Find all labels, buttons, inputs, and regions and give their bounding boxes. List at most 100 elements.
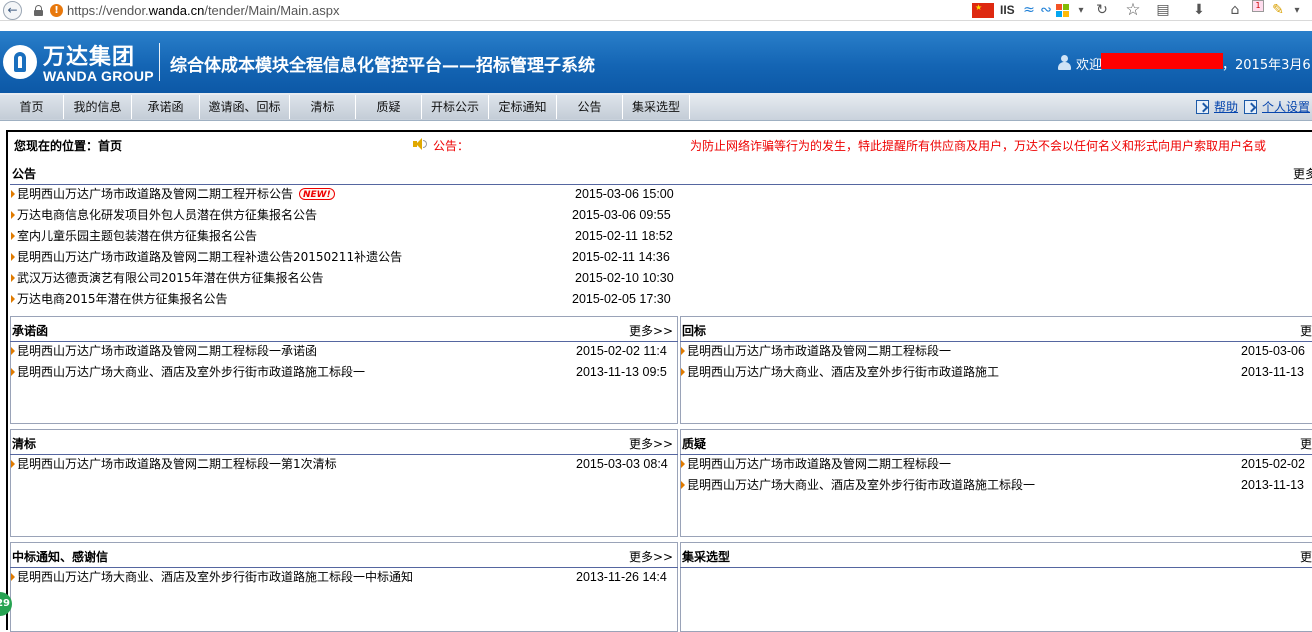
item-title[interactable]: 昆明西山万达广场大商业、酒店及室外步行街市政道路施工标段一中标通知 [17, 567, 413, 587]
bullet-icon [11, 232, 15, 240]
item-title[interactable]: 万达电商2015年潜在供方征集报名公告 [17, 289, 228, 309]
list-item[interactable]: 昆明西山万达广场大商业、酒店及室外步行街市政道路施工标段一 2013-11-13 [680, 475, 1312, 495]
logo-en: WANDA GROUP [43, 68, 154, 84]
item-title[interactable]: 昆明西山万达广场市政道路及管网二期工程标段一承诺函 [17, 341, 317, 361]
panel-frame [10, 542, 678, 632]
item-title[interactable]: 昆明西山万达广场市政道路及管网二期工程开标公告 [17, 184, 293, 204]
item-title[interactable]: 室内儿童乐园主题包装潜在供方征集报名公告 [17, 226, 257, 246]
nav-bid-opening[interactable]: 开标公示 [422, 95, 489, 119]
item-title[interactable]: 昆明西山万达广场市政道路及管网二期工程标段一 [687, 454, 951, 474]
panel-frame [680, 542, 1312, 632]
list-item[interactable]: 室内儿童乐园主题包装潜在供方征集报名公告 2015-02-11 18:52 [10, 226, 680, 246]
help-icon[interactable] [1196, 100, 1209, 114]
extension-icon[interactable]: ✎ [1270, 2, 1286, 19]
list-item[interactable]: 武汉万达德贡演艺有限公司2015年潜在供方征集报名公告 2015-02-10 1… [10, 268, 680, 288]
notice-marquee: 为防止网络诈骗等行为的发生，特此提醒所有供应商及用户，万达不会以任何名义和形式向… [690, 139, 1267, 153]
home-icon[interactable]: ⌂ [1226, 2, 1244, 19]
list-item[interactable]: 昆明西山万达广场大商业、酒店及室外步行街市政道路施工标段一中标通知 2013-1… [10, 567, 678, 587]
flag-icon[interactable]: ★ [972, 3, 994, 18]
welcome-date: ，2015年3月6日 [1222, 58, 1312, 73]
panel-title: 承诺函 [12, 324, 49, 338]
panel-title: 中标通知、感谢信 [12, 550, 109, 564]
settings-link[interactable]: 个人设置 [1262, 99, 1310, 115]
nav-award-notice[interactable]: 定标通知 [489, 95, 557, 119]
panel-divider [680, 567, 1312, 568]
list-item[interactable]: 昆明西山万达广场大商业、酒店及室外步行街市政道路施工标段一 2013-11-13… [10, 362, 678, 382]
more-link[interactable]: 更多>> [629, 435, 673, 452]
list-item[interactable]: 昆明西山万达广场市政道路及管网二期工程标段一承诺函 2015-02-02 11:… [10, 341, 678, 361]
list-item[interactable]: 万达电商2015年潜在供方征集报名公告 2015-02-05 17:30 [10, 289, 680, 309]
more-link[interactable]: 更多>> [629, 322, 673, 339]
logo-cn: 万达集团 [43, 45, 136, 70]
nav-announcement[interactable]: 公告 [557, 95, 623, 119]
list-item[interactable]: 昆明西山万达广场市政道路及管网二期工程补遗公告20150211补遗公告 2015… [10, 247, 680, 267]
item-date: 2013-11-13 09:5 [576, 365, 667, 379]
nav-clearing[interactable]: 清标 [290, 95, 356, 119]
panel-title: 集采选型 [682, 550, 731, 564]
windows-icon[interactable] [1056, 4, 1070, 18]
reading-list-icon[interactable]: ▤ [1154, 2, 1172, 19]
query-panel: 质疑 更 昆明西山万达广场市政道路及管网二期工程标段一 2015-02-02 昆… [680, 429, 1312, 537]
user-icon [1057, 55, 1071, 70]
refresh-icon[interactable]: ↻ [1094, 2, 1110, 19]
iis-icon[interactable]: IIS [1000, 3, 1015, 17]
more-link[interactable]: 更 [1300, 435, 1312, 452]
panel-frame [10, 429, 678, 537]
list-item[interactable]: 昆明西山万达广场市政道路及管网二期工程标段一 2015-02-02 [680, 454, 1312, 474]
download-icon[interactable]: ⬇ [1191, 2, 1207, 19]
item-title[interactable]: 武汉万达德贡演艺有限公司2015年潜在供方征集报名公告 [17, 268, 324, 288]
bullet-icon [681, 347, 685, 355]
item-title[interactable]: 万达电商信息化研发项目外包人员潜在供方征集报名公告 [17, 205, 317, 225]
item-title[interactable]: 昆明西山万达广场大商业、酒店及室外步行街市政道路施工标段一 [17, 362, 365, 382]
bullet-icon [11, 368, 15, 376]
panel-title: 清标 [12, 437, 37, 451]
award-notice-panel: 中标通知、感谢信 更多>> 昆明西山万达广场大商业、酒店及室外步行街市政道路施工… [10, 542, 678, 632]
bullet-icon [11, 190, 15, 198]
nav-procurement[interactable]: 集采选型 [623, 95, 690, 119]
wave-icon[interactable]: ≈ [1021, 2, 1037, 19]
clearing-panel: 清标 更多>> 昆明西山万达广场市政道路及管网二期工程标段一第1次清标 2015… [10, 429, 678, 537]
procurement-panel: 集采选型 更 [680, 542, 1312, 632]
bullet-icon [11, 347, 15, 355]
item-date: 2015-02-02 11:4 [576, 344, 667, 358]
nav-invitation[interactable]: 邀请函、回标 [200, 95, 290, 119]
warning-icon[interactable]: ! [50, 4, 63, 17]
item-date: 2015-03-06 15:00 [575, 187, 674, 201]
more-link[interactable]: 更 [1300, 548, 1312, 565]
bullet-icon [681, 460, 685, 468]
more-link[interactable]: 更多>> [629, 548, 673, 565]
new-badge: NEW! [299, 188, 335, 200]
list-item[interactable]: 万达电商信息化研发项目外包人员潜在供方征集报名公告 2015-03-06 09:… [10, 205, 680, 225]
list-item[interactable]: 昆明西山万达广场市政道路及管网二期工程标段一 2015-03-06 [680, 341, 1312, 361]
menu-dropdown-icon[interactable]: ▾ [1290, 2, 1304, 19]
bullet-icon [681, 481, 685, 489]
more-link[interactable]: 更 [1300, 322, 1312, 339]
speaker-icon [412, 138, 428, 150]
nav-home[interactable]: 首页 [0, 95, 64, 119]
back-icon[interactable]: ← [3, 1, 22, 20]
item-title[interactable]: 昆明西山万达广场市政道路及管网二期工程标段一 [687, 341, 951, 361]
address-bar-url[interactable]: https://vendor.wanda.cn/tender/Main/Main… [67, 3, 339, 18]
item-title[interactable]: 昆明西山万达广场市政道路及管网二期工程补遗公告20150211补遗公告 [17, 247, 402, 267]
item-title[interactable]: 昆明西山万达广场大商业、酒店及室外步行街市政道路施工 [687, 362, 999, 382]
lock-icon [34, 5, 43, 16]
item-date: 2015-02-11 14:36 [572, 250, 670, 264]
link-icon[interactable]: ∾ [1038, 2, 1054, 19]
help-link[interactable]: 帮助 [1214, 99, 1238, 115]
wanda-logo-icon [3, 45, 37, 79]
list-item[interactable]: 昆明西山万达广场市政道路及管网二期工程开标公告 NEW! 2015-03-06 … [10, 184, 680, 204]
dropdown-icon[interactable]: ▾ [1075, 2, 1087, 19]
item-title[interactable]: 昆明西山万达广场市政道路及管网二期工程标段一第1次清标 [17, 454, 337, 474]
settings-icon[interactable] [1244, 100, 1257, 114]
nav-my-info[interactable]: 我的信息 [64, 95, 132, 119]
nav-query[interactable]: 质疑 [356, 95, 422, 119]
item-date: 2015-03-06 [1241, 344, 1305, 358]
list-item[interactable]: 昆明西山万达广场大商业、酒店及室外步行街市政道路施工 2013-11-13 [680, 362, 1312, 382]
nav-commitment[interactable]: 承诺函 [132, 95, 200, 119]
item-title[interactable]: 昆明西山万达广场大商业、酒店及室外步行街市政道路施工标段一 [687, 475, 1035, 495]
list-item[interactable]: 昆明西山万达广场市政道路及管网二期工程标段一第1次清标 2015-03-03 0… [10, 454, 678, 474]
more-link[interactable]: 更多 [1293, 165, 1312, 182]
commitment-panel: 承诺函 更多>> 昆明西山万达广场市政道路及管网二期工程标段一承诺函 2015-… [10, 316, 678, 424]
star-icon[interactable]: ☆ [1124, 2, 1142, 19]
notification-icon[interactable]: 1 [1252, 0, 1264, 12]
